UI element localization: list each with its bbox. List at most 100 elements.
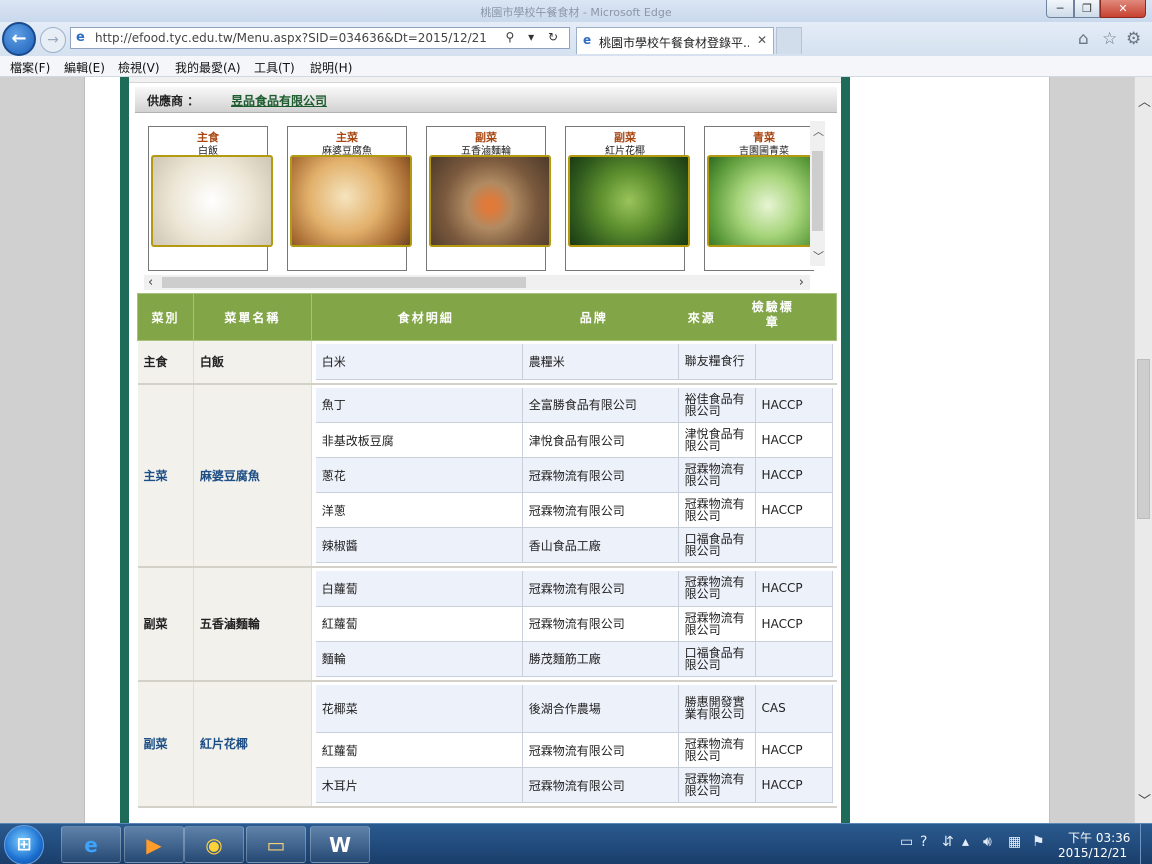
chrome-icon: ◉ [205,833,223,857]
dish-name-cell: 紅片花椰 [193,680,312,808]
dish-card[interactable]: 主食 白飯 [148,126,273,271]
new-tab-button[interactable] [776,27,802,54]
chrome-app[interactable]: ◉ [184,826,244,863]
page-scroll-thumb[interactable] [1137,359,1150,519]
ingredient-brand: 冠霖物流有限公司 [522,767,679,803]
page-viewport: 供應商 ： 昱品食品有限公司 主食 白飯 主菜 麻婆豆腐魚 副菜 五香滷麵輪 副… [0,77,1134,823]
scroll-thumb[interactable] [162,277,526,288]
dish-group-row: 主菜 麻婆豆腐魚 魚丁 全富勝食品有限公司 裕佳食品有限公司 HACCP 非基改板豆腐 津悅食… [137,383,837,568]
show-hidden-icon[interactable]: ▴ [962,834,969,850]
help-icon[interactable]: ? [920,834,927,850]
dish-group-row: 主食 白飯 白米 農糧米 聯友糧食行 [137,340,837,385]
ingredients-subtable: 白米 農糧米 聯友糧食行 [315,344,833,380]
header-details: 食材明細 品牌 來源 檢驗標章 [310,293,838,341]
favorites-star-icon[interactable]: ☆ [1102,29,1117,49]
scroll-thumb[interactable] [812,151,823,231]
scroll-right-icon[interactable]: › [799,275,804,290]
gallery-vertical-scrollbar[interactable]: ︿ ﹀ [810,121,825,266]
ingredients-subtable: 花椰菜 後湖合作農場 勝惠開發實業有限公司 CAS 紅蘿蔔 冠霖物流有限公司 冠霖物流有限公… [315,684,833,803]
ingredient-brand: 後湖合作農場 [522,684,679,733]
word-app[interactable]: W [310,826,370,863]
menu-view[interactable]: 檢視(V) [118,59,160,76]
dish-name-cell: 白飯 [193,340,312,385]
url-text[interactable]: http://efood.tyc.edu.tw/Menu.aspx?SID=03… [95,31,487,45]
ingredients-cell: 白蘿蔔 冠霖物流有限公司 冠霖物流有限公司 HACCP 紅蘿蔔 冠霖物流有限公司 冠霖物流有… [311,567,837,682]
header-category: 菜別 [137,293,194,341]
ingredient-brand: 香山食品工廠 [522,527,679,563]
header-verification: 檢驗標章 [751,300,794,329]
title-bar: 桃園市學校午餐食材 - Microsoft Edge ─ ❐ ✕ [0,0,1152,22]
volume-icon[interactable]: 🔊︎ [983,834,992,850]
menu-tools[interactable]: 工具(T) [254,59,295,76]
dish-card[interactable]: 副菜 紅片花椰 [565,126,690,271]
dish-photo-gluten-rings[interactable] [429,155,551,247]
flag-icon[interactable]: ⚑ [1032,834,1045,850]
ingredient-row: 白蘿蔔 冠霖物流有限公司 冠霖物流有限公司 HACCP [315,571,833,607]
ingredients-subtable: 魚丁 全富勝食品有限公司 裕佳食品有限公司 HACCP 非基改板豆腐 津悅食品有限公司 津悅… [315,387,833,563]
tab-menu-page[interactable]: e 桃園市學校午餐食材登錄平... ✕ [576,27,774,54]
word-icon: W [328,833,352,857]
home-icon[interactable]: ⌂ [1078,29,1089,49]
dish-name-cell: 麻婆豆腐魚 [193,383,312,568]
menu-edit[interactable]: 編輯(E) [64,59,105,76]
dish-photo-broccoli[interactable] [568,155,690,247]
ingredient-row: 紅蘿蔔 冠霖物流有限公司 冠霖物流有限公司 HACCP [315,606,833,642]
ingredient-brand: 冠霖物流有限公司 [522,492,679,528]
ingredient-row: 辣椒醬 香山食品工廠 口福食品有限公司 [315,527,833,563]
ie-app[interactable]: e [61,826,121,863]
dish-photo-greens[interactable] [707,155,814,247]
menu-ingredients-table: 菜別 菜單名稱 食材明細 品牌 來源 檢驗標章 主食 白飯 白米 農糧米 聯友糧食行 主菜… [137,293,838,808]
usb-icon[interactable]: ⇵ [942,834,954,850]
clock-date[interactable]: 2015/12/21 [1058,846,1127,860]
minimize-button[interactable]: ─ [1046,0,1074,18]
dish-card[interactable]: 主菜 麻婆豆腐魚 [287,126,412,271]
ingredient-brand: 津悅食品有限公司 [522,422,679,458]
dish-card[interactable]: 青菜 吉園圃青菜 [704,126,814,271]
table-header-row: 菜別 菜單名稱 食材明細 品牌 來源 檢驗標章 [137,293,838,341]
tools-gear-icon[interactable]: ⚙ [1126,29,1141,49]
ingredient-source: 津悅食品有限公司 [678,422,756,458]
network-icon[interactable]: ▦ [1008,834,1021,850]
scroll-left-icon[interactable]: ‹ [148,275,153,290]
scroll-up-icon[interactable]: ︿ [813,123,824,139]
ingredient-source: 勝惠開發實業有限公司 [678,684,756,733]
menu-bar: 檔案(F) 編輯(E) 檢視(V) 我的最愛(A) 工具(T) 說明(H) [0,56,1152,77]
gallery-horizontal-scrollbar[interactable]: ‹ › [144,275,810,290]
explorer-app[interactable]: ▭ [246,826,306,863]
ingredient-name: 花椰菜 [315,684,523,733]
ingredients-cell: 魚丁 全富勝食品有限公司 裕佳食品有限公司 HACCP 非基改板豆腐 津悅食品有限公司 津悅… [311,383,837,568]
ingredient-verification: HACCP [755,492,833,528]
ingredient-verification [755,527,833,563]
supplier-name-link[interactable]: 昱品食品有限公司 [231,92,327,109]
address-controls-icons[interactable]: ⚲ ▾ ↻ [506,30,564,44]
media-player-app[interactable]: ▶ [124,826,184,863]
tab-close-icon[interactable]: ✕ [757,33,767,47]
menu-file[interactable]: 檔案(F) [10,59,50,76]
menu-favorites[interactable]: 我的最愛(A) [175,59,241,76]
ingredient-source: 冠霖物流有限公司 [678,457,756,493]
dish-category-cell: 副菜 [137,680,194,808]
keyboard-icon[interactable]: ▭ [900,834,913,850]
supplier-label: 供應商 ： [147,94,200,108]
address-bar[interactable]: e http://efood.tyc.edu.tw/Menu.aspx?SID=… [70,27,570,49]
clock-time[interactable]: 下午 03:36 [1068,829,1130,846]
maximize-button[interactable]: ❐ [1074,0,1100,18]
dish-photo-tofu-fish[interactable] [290,155,412,247]
ingredient-source: 冠霖物流有限公司 [678,767,756,803]
forward-button[interactable]: → [40,27,66,53]
scroll-down-icon[interactable]: ﹀ [1138,790,1151,809]
ingredient-brand: 冠霖物流有限公司 [522,457,679,493]
scroll-up-icon[interactable]: ︿ [1138,91,1151,110]
ingredients-cell: 白米 農糧米 聯友糧食行 [311,340,837,385]
close-button[interactable]: ✕ [1100,0,1146,18]
scroll-down-icon[interactable]: ﹀ [813,248,824,264]
start-button[interactable]: ⊞ [4,825,44,864]
ingredient-verification: CAS [755,684,833,733]
dish-photo-rice[interactable] [151,155,273,247]
show-desktop-button[interactable] [1140,824,1152,864]
ingredient-source: 聯友糧食行 [678,344,756,380]
page-vertical-scrollbar[interactable]: ︿ ﹀ [1134,77,1152,823]
dish-card[interactable]: 副菜 五香滷麵輪 [426,126,551,271]
back-button[interactable]: ← [2,22,36,56]
menu-help[interactable]: 說明(H) [310,59,352,76]
